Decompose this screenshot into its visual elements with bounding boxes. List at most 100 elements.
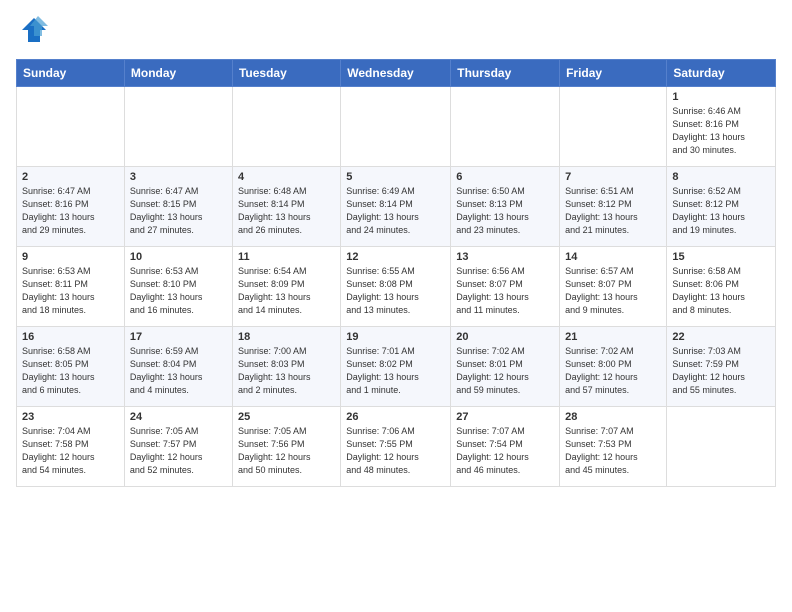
day-info: Sunrise: 6:56 AM Sunset: 8:07 PM Dayligh…: [456, 265, 554, 317]
day-number: 28: [565, 411, 661, 423]
header-cell-saturday: Saturday: [667, 60, 776, 87]
day-number: 2: [22, 171, 119, 183]
header-cell-tuesday: Tuesday: [232, 60, 340, 87]
day-cell: [17, 87, 125, 167]
day-cell: 26 Sunrise: 7:06 AM Sunset: 7:55 PM Dayli…: [341, 407, 451, 487]
header-cell-friday: Friday: [560, 60, 667, 87]
day-number: 16: [22, 331, 119, 343]
header-cell-thursday: Thursday: [451, 60, 560, 87]
day-number: 12: [346, 251, 445, 263]
day-cell: 22 Sunrise: 7:03 AM Sunset: 7:59 PM Dayli…: [667, 327, 776, 407]
day-cell: 10 Sunrise: 6:53 AM Sunset: 8:10 PM Dayli…: [124, 247, 232, 327]
day-cell: 21 Sunrise: 7:02 AM Sunset: 8:00 PM Dayli…: [560, 327, 667, 407]
logo: [16, 16, 48, 49]
day-number: 24: [130, 411, 227, 423]
week-row-3: 9 Sunrise: 6:53 AM Sunset: 8:11 PM Daylig…: [17, 247, 776, 327]
day-cell: [451, 87, 560, 167]
day-info: Sunrise: 6:47 AM Sunset: 8:16 PM Dayligh…: [22, 185, 119, 237]
day-info: Sunrise: 6:47 AM Sunset: 8:15 PM Dayligh…: [130, 185, 227, 237]
day-cell: 28 Sunrise: 7:07 AM Sunset: 7:53 PM Dayli…: [560, 407, 667, 487]
day-info: Sunrise: 6:53 AM Sunset: 8:10 PM Dayligh…: [130, 265, 227, 317]
day-cell: 19 Sunrise: 7:01 AM Sunset: 8:02 PM Dayli…: [341, 327, 451, 407]
day-info: Sunrise: 6:52 AM Sunset: 8:12 PM Dayligh…: [672, 185, 770, 237]
day-cell: 6 Sunrise: 6:50 AM Sunset: 8:13 PM Daylig…: [451, 167, 560, 247]
day-cell: 27 Sunrise: 7:07 AM Sunset: 7:54 PM Dayli…: [451, 407, 560, 487]
day-info: Sunrise: 7:07 AM Sunset: 7:53 PM Dayligh…: [565, 425, 661, 477]
day-cell: 15 Sunrise: 6:58 AM Sunset: 8:06 PM Dayli…: [667, 247, 776, 327]
week-row-5: 23Sunrise: 7:04 AM Sunset: 7:58 PM Dayli…: [17, 407, 776, 487]
day-info: Sunrise: 6:51 AM Sunset: 8:12 PM Dayligh…: [565, 185, 661, 237]
day-cell: 2 Sunrise: 6:47 AM Sunset: 8:16 PM Daylig…: [17, 167, 125, 247]
day-cell: 9 Sunrise: 6:53 AM Sunset: 8:11 PM Daylig…: [17, 247, 125, 327]
day-number: 5: [346, 171, 445, 183]
day-cell: 7 Sunrise: 6:51 AM Sunset: 8:12 PM Daylig…: [560, 167, 667, 247]
day-cell: 11 Sunrise: 6:54 AM Sunset: 8:09 PM Dayli…: [232, 247, 340, 327]
day-info: Sunrise: 6:46 AM Sunset: 8:16 PM Dayligh…: [672, 105, 770, 157]
day-info: Sunrise: 6:58 AM Sunset: 8:05 PM Dayligh…: [22, 345, 119, 397]
day-number: 3: [130, 171, 227, 183]
day-number: 6: [456, 171, 554, 183]
day-number: 14: [565, 251, 661, 263]
day-number: 20: [456, 331, 554, 343]
day-info: Sunrise: 6:54 AM Sunset: 8:09 PM Dayligh…: [238, 265, 335, 317]
week-row-1: 1Sunrise: 6:46 AM Sunset: 8:16 PM Daylig…: [17, 87, 776, 167]
logo-icon: [20, 16, 48, 49]
page-header: [16, 16, 776, 49]
day-cell: 1Sunrise: 6:46 AM Sunset: 8:16 PM Daylig…: [667, 87, 776, 167]
day-number: 7: [565, 171, 661, 183]
day-info: Sunrise: 7:06 AM Sunset: 7:55 PM Dayligh…: [346, 425, 445, 477]
day-cell: 8 Sunrise: 6:52 AM Sunset: 8:12 PM Daylig…: [667, 167, 776, 247]
day-info: Sunrise: 7:00 AM Sunset: 8:03 PM Dayligh…: [238, 345, 335, 397]
day-cell: 14 Sunrise: 6:57 AM Sunset: 8:07 PM Dayli…: [560, 247, 667, 327]
day-cell: 12 Sunrise: 6:55 AM Sunset: 8:08 PM Dayli…: [341, 247, 451, 327]
day-cell: 20 Sunrise: 7:02 AM Sunset: 8:01 PM Dayli…: [451, 327, 560, 407]
day-number: 11: [238, 251, 335, 263]
day-info: Sunrise: 6:55 AM Sunset: 8:08 PM Dayligh…: [346, 265, 445, 317]
day-cell: 24 Sunrise: 7:05 AM Sunset: 7:57 PM Dayli…: [124, 407, 232, 487]
day-cell: [667, 407, 776, 487]
day-info: Sunrise: 7:02 AM Sunset: 8:01 PM Dayligh…: [456, 345, 554, 397]
day-info: Sunrise: 7:03 AM Sunset: 7:59 PM Dayligh…: [672, 345, 770, 397]
day-number: 27: [456, 411, 554, 423]
day-info: Sunrise: 7:02 AM Sunset: 8:00 PM Dayligh…: [565, 345, 661, 397]
header-cell-monday: Monday: [124, 60, 232, 87]
day-cell: 17 Sunrise: 6:59 AM Sunset: 8:04 PM Dayli…: [124, 327, 232, 407]
day-cell: [341, 87, 451, 167]
day-info: Sunrise: 6:50 AM Sunset: 8:13 PM Dayligh…: [456, 185, 554, 237]
day-number: 17: [130, 331, 227, 343]
day-cell: 5Sunrise: 6:49 AM Sunset: 8:14 PM Daylig…: [341, 167, 451, 247]
day-info: Sunrise: 7:01 AM Sunset: 8:02 PM Dayligh…: [346, 345, 445, 397]
calendar-header: SundayMondayTuesdayWednesdayThursdayFrid…: [17, 60, 776, 87]
day-number: 21: [565, 331, 661, 343]
day-info: Sunrise: 6:57 AM Sunset: 8:07 PM Dayligh…: [565, 265, 661, 317]
day-cell: 4Sunrise: 6:48 AM Sunset: 8:14 PM Daylig…: [232, 167, 340, 247]
day-number: 10: [130, 251, 227, 263]
day-info: Sunrise: 6:53 AM Sunset: 8:11 PM Dayligh…: [22, 265, 119, 317]
day-info: Sunrise: 6:59 AM Sunset: 8:04 PM Dayligh…: [130, 345, 227, 397]
day-cell: [124, 87, 232, 167]
calendar-body: 1Sunrise: 6:46 AM Sunset: 8:16 PM Daylig…: [17, 87, 776, 487]
day-number: 19: [346, 331, 445, 343]
day-number: 4: [238, 171, 335, 183]
day-number: 9: [22, 251, 119, 263]
day-cell: 25Sunrise: 7:05 AM Sunset: 7:56 PM Dayli…: [232, 407, 340, 487]
day-number: 25: [238, 411, 335, 423]
day-cell: 23Sunrise: 7:04 AM Sunset: 7:58 PM Dayli…: [17, 407, 125, 487]
header-cell-wednesday: Wednesday: [341, 60, 451, 87]
day-cell: 18Sunrise: 7:00 AM Sunset: 8:03 PM Dayli…: [232, 327, 340, 407]
day-number: 26: [346, 411, 445, 423]
day-number: 22: [672, 331, 770, 343]
day-info: Sunrise: 7:05 AM Sunset: 7:57 PM Dayligh…: [130, 425, 227, 477]
day-info: Sunrise: 7:07 AM Sunset: 7:54 PM Dayligh…: [456, 425, 554, 477]
day-number: 8: [672, 171, 770, 183]
calendar-table: SundayMondayTuesdayWednesdayThursdayFrid…: [16, 59, 776, 487]
day-cell: 13Sunrise: 6:56 AM Sunset: 8:07 PM Dayli…: [451, 247, 560, 327]
week-row-2: 2 Sunrise: 6:47 AM Sunset: 8:16 PM Daylig…: [17, 167, 776, 247]
day-cell: 16 Sunrise: 6:58 AM Sunset: 8:05 PM Dayli…: [17, 327, 125, 407]
day-info: Sunrise: 6:58 AM Sunset: 8:06 PM Dayligh…: [672, 265, 770, 317]
day-number: 15: [672, 251, 770, 263]
header-row: SundayMondayTuesdayWednesdayThursdayFrid…: [17, 60, 776, 87]
day-info: Sunrise: 7:04 AM Sunset: 7:58 PM Dayligh…: [22, 425, 119, 477]
week-row-4: 16 Sunrise: 6:58 AM Sunset: 8:05 PM Dayli…: [17, 327, 776, 407]
day-cell: 3 Sunrise: 6:47 AM Sunset: 8:15 PM Daylig…: [124, 167, 232, 247]
